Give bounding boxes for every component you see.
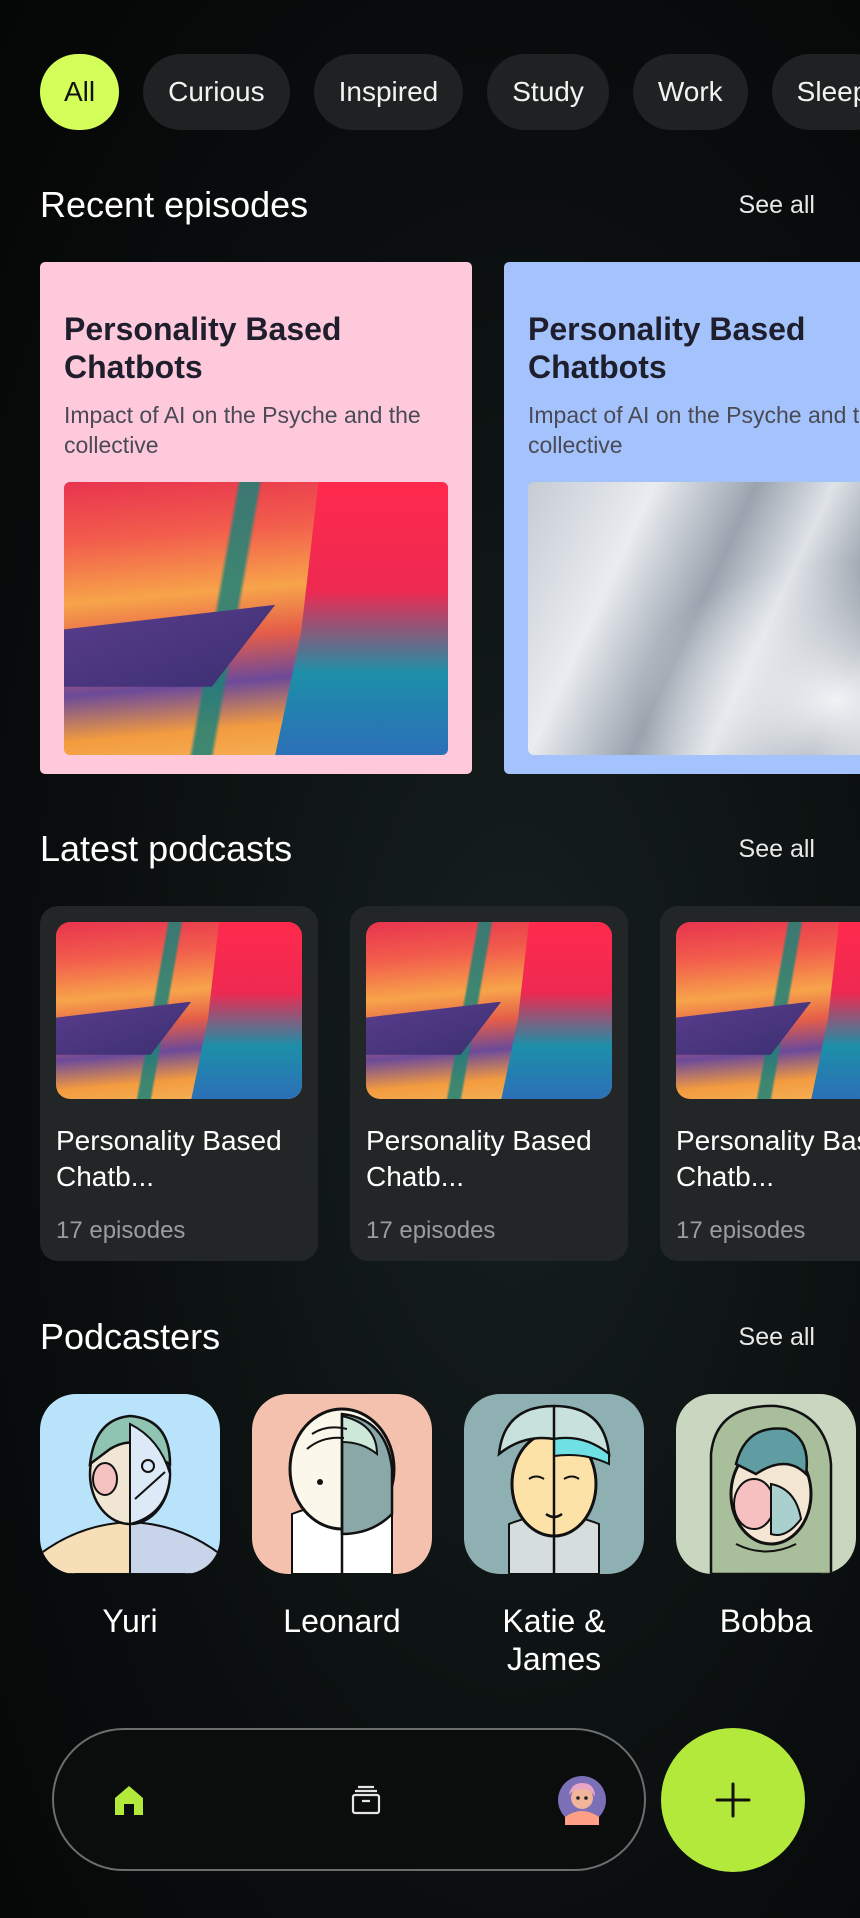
recent-episodes-carousel: Personality Based Chatbots Impact of AI … — [40, 262, 860, 774]
episode-cover-image — [64, 482, 448, 755]
podcasters-carousel: Yuri Leonard Katie & James Bobba — [40, 1394, 860, 1694]
podcaster-avatar — [40, 1394, 220, 1574]
see-all-link[interactable]: See all — [739, 1323, 815, 1352]
podcaster-name: Katie & James — [502, 1603, 606, 1677]
add-button[interactable] — [661, 1728, 805, 1872]
plus-icon — [715, 1782, 751, 1818]
podcast-card[interactable]: Personality Based Chatb... 17 episodes — [660, 906, 860, 1261]
episode-card[interactable]: Personality Based Chatbots Impact of AI … — [40, 262, 472, 774]
podcaster-item[interactable]: Leonard — [252, 1394, 432, 1640]
episode-title: Personality Based Chatbots — [528, 311, 806, 385]
podcast-episode-count: 17 episodes — [56, 1217, 186, 1244]
podcaster-item[interactable]: Katie & James — [464, 1394, 644, 1678]
chip-curious[interactable]: Curious — [143, 54, 290, 130]
podcast-cover-image — [676, 922, 860, 1099]
podcast-episode-count: 17 episodes — [366, 1217, 496, 1244]
profile-avatar[interactable] — [552, 1770, 612, 1830]
episode-cover-image — [528, 482, 860, 755]
latest-podcasts-header: Latest podcasts See all — [40, 828, 815, 870]
home-icon[interactable] — [99, 1770, 159, 1830]
episode-subtitle: Impact of AI on the Psyche and the colle… — [64, 402, 421, 458]
podcaster-name: Yuri — [102, 1603, 158, 1639]
podcast-card[interactable]: Personality Based Chatb... 17 episodes — [350, 906, 628, 1261]
podcaster-avatar — [676, 1394, 856, 1574]
chip-sleep[interactable]: Sleep — [771, 54, 860, 130]
section-title: Latest podcasts — [40, 828, 293, 869]
see-all-link[interactable]: See all — [739, 835, 815, 864]
bottom-nav — [52, 1728, 646, 1871]
filter-chips: All Curious Inspired Study Work Sleep — [40, 54, 860, 130]
podcasters-header: Podcasters See all — [40, 1316, 815, 1358]
episode-card[interactable]: Personality Based Chatbots Impact of AI … — [504, 262, 860, 774]
chip-inspired[interactable]: Inspired — [313, 54, 464, 130]
episode-title: Personality Based Chatbots — [64, 311, 342, 385]
recent-episodes-header: Recent episodes See all — [40, 184, 815, 226]
chip-study[interactable]: Study — [487, 54, 609, 130]
see-all-link[interactable]: See all — [739, 191, 815, 220]
podcast-cover-image — [56, 922, 302, 1099]
podcast-episode-count: 17 episodes — [676, 1217, 806, 1244]
podcaster-item[interactable]: Bobba — [676, 1394, 856, 1640]
section-title: Recent episodes — [40, 184, 309, 225]
latest-podcasts-carousel: Personality Based Chatb... 17 episodes P… — [40, 906, 860, 1261]
podcaster-avatar — [464, 1394, 644, 1574]
podcast-cover-image — [366, 922, 612, 1099]
chip-work[interactable]: Work — [632, 54, 748, 130]
library-icon[interactable] — [336, 1770, 396, 1830]
podcast-title: Personality Based Chatb... — [366, 1125, 592, 1192]
podcast-card[interactable]: Personality Based Chatb... 17 episodes — [40, 906, 318, 1261]
chip-all[interactable]: All — [40, 54, 120, 130]
section-title: Podcasters — [40, 1316, 221, 1357]
podcaster-avatar — [252, 1394, 432, 1574]
podcast-title: Personality Based Chatb... — [56, 1125, 282, 1192]
episode-subtitle: Impact of AI on the Psyche and the colle… — [528, 402, 860, 458]
podcaster-name: Leonard — [283, 1603, 401, 1639]
podcaster-name: Bobba — [719, 1603, 813, 1639]
podcast-title: Personality Based Chatb... — [676, 1125, 860, 1192]
podcaster-item[interactable]: Yuri — [40, 1394, 220, 1640]
